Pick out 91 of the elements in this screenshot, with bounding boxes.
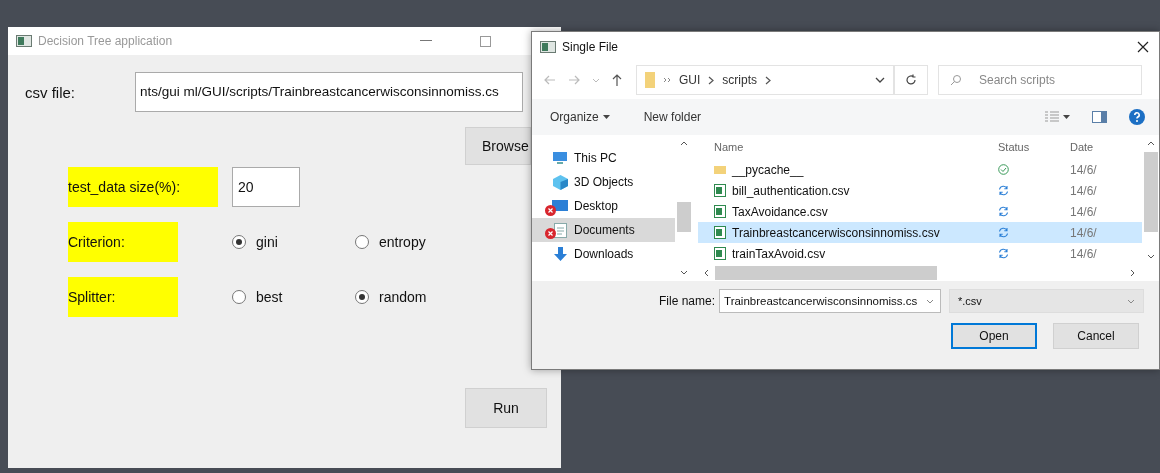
document-icon (553, 222, 567, 238)
search-icon (950, 74, 962, 86)
window-title: Decision Tree application (38, 34, 174, 48)
file-date: 14/6/ (1070, 225, 1098, 240)
nav-pane-item[interactable]: 3D Objects (532, 170, 675, 194)
dialog-title: Single File (562, 39, 620, 54)
file-date: 14/6/ (1070, 246, 1098, 261)
spreadsheet-icon (714, 205, 726, 218)
column-header[interactable]: Date (1070, 141, 1130, 153)
download-arrow-icon (553, 247, 567, 261)
file-date: 14/6/ (1070, 162, 1098, 177)
radio-button[interactable] (232, 235, 246, 249)
file-name: __pycache__ (732, 162, 804, 177)
file-row[interactable]: bill_authentication.csv 14/6/ (698, 180, 1142, 201)
nav-pane-item[interactable]: Documents (532, 218, 675, 242)
run-button[interactable]: Run (465, 388, 547, 428)
file-name: TaxAvoidance.csv (732, 204, 828, 219)
radio-label[interactable]: entropy (379, 234, 426, 250)
option-label: Criterion: (68, 222, 178, 262)
scrollbar-thumb[interactable] (1143, 152, 1158, 232)
radio-button[interactable] (355, 235, 369, 249)
search-field[interactable]: Search scripts (938, 65, 1142, 95)
refresh-icon (905, 74, 917, 86)
nav-pane-item[interactable]: Downloads (532, 242, 675, 266)
cube-icon (552, 174, 568, 190)
caret-icon[interactable] (1063, 115, 1070, 119)
organize-menu[interactable]: Organize (550, 110, 599, 124)
overflow-chevron-icon (663, 77, 671, 83)
option-label: Splitter: (68, 277, 178, 317)
scroll-down-icon[interactable] (679, 270, 688, 275)
chevron-right-icon[interactable] (708, 75, 715, 85)
file-row[interactable]: TaxAvoidance.csv 14/6/ (698, 201, 1142, 222)
preview-pane-icon[interactable] (1092, 111, 1107, 123)
up-arrow-icon[interactable] (612, 73, 622, 87)
test-size-label: test_data size(%): (68, 167, 218, 207)
scroll-left-icon[interactable] (704, 269, 709, 277)
file-name: trainTaxAvoid.csv (732, 246, 826, 261)
maximize-icon[interactable] (480, 35, 491, 47)
spreadsheet-icon (714, 184, 726, 197)
window-icon (16, 35, 32, 47)
file-row[interactable]: Trainbreastcancerwisconsinnomiss.csv 14/6/ (698, 222, 1142, 243)
minimize-icon[interactable] (420, 40, 432, 42)
radio-label[interactable]: best (256, 289, 283, 305)
test-size-field[interactable]: 20 (232, 167, 300, 207)
chevron-right-icon[interactable] (765, 75, 771, 85)
file-name-label: File name: (659, 294, 716, 308)
window-icon (540, 40, 556, 53)
scrollbar-thumb[interactable] (676, 202, 691, 232)
monitor-icon (552, 200, 568, 212)
column-header[interactable]: Name (698, 141, 998, 153)
help-icon[interactable] (1129, 109, 1145, 125)
spreadsheet-icon (714, 247, 726, 260)
chevron-down-icon (926, 298, 935, 304)
nav-pane-item[interactable]: This PC (532, 146, 675, 170)
radio-button[interactable] (355, 290, 369, 304)
file-row[interactable]: trainTaxAvoid.csv 14/6/ (698, 243, 1142, 264)
radio-label[interactable]: random (379, 289, 427, 305)
file-name-field[interactable]: Trainbreastcancerwisconsinnomiss.cs (719, 289, 942, 313)
file-name: Trainbreastcancerwisconsinnomiss.csv (732, 225, 940, 240)
scroll-up-icon[interactable] (679, 141, 688, 146)
column-header[interactable]: Status (998, 141, 1070, 153)
breadcrumb-item[interactable]: scripts (722, 73, 757, 87)
address-bar[interactable]: GUI scripts (636, 65, 894, 95)
scroll-right-icon[interactable] (1130, 269, 1135, 277)
folder-icon (645, 72, 655, 88)
refresh-button[interactable] (894, 65, 928, 95)
scrollbar-thumb[interactable] (715, 266, 937, 280)
radio-button[interactable] (232, 290, 246, 304)
file-date: 14/6/ (1070, 204, 1098, 219)
spreadsheet-icon (714, 226, 726, 239)
chevron-down-icon[interactable] (875, 77, 885, 83)
dialog-button[interactable]: Open (951, 323, 1037, 349)
browse-button[interactable]: Browse (465, 127, 531, 165)
csv-path-field[interactable]: nts/gui ml/GUI/scripts/Trainbreastcancerwisconsinnomiss.cs (135, 72, 523, 112)
folder-icon (714, 165, 726, 174)
new-folder-button[interactable]: New folder (643, 110, 702, 124)
csv-file-label: csv file: (25, 83, 76, 101)
scroll-down-icon[interactable] (1146, 254, 1155, 259)
file-row[interactable]: __pycache__ 14/6/ (698, 159, 1142, 180)
file-date: 14/6/ (1070, 183, 1098, 198)
caret-icon (602, 115, 610, 119)
file-name: bill_authentication.csv (732, 183, 850, 198)
nav-pane-item[interactable]: Desktop (532, 194, 675, 218)
chevron-down-icon (1127, 298, 1136, 304)
dialog-button[interactable]: Cancel (1053, 323, 1139, 349)
close-icon[interactable] (1137, 40, 1149, 53)
breadcrumb-item[interactable]: GUI (679, 73, 701, 87)
scroll-up-icon[interactable] (1146, 141, 1155, 146)
computer-icon (552, 152, 568, 164)
file-type-dropdown[interactable]: *.csv (949, 289, 1145, 313)
radio-label[interactable]: gini (256, 234, 278, 250)
